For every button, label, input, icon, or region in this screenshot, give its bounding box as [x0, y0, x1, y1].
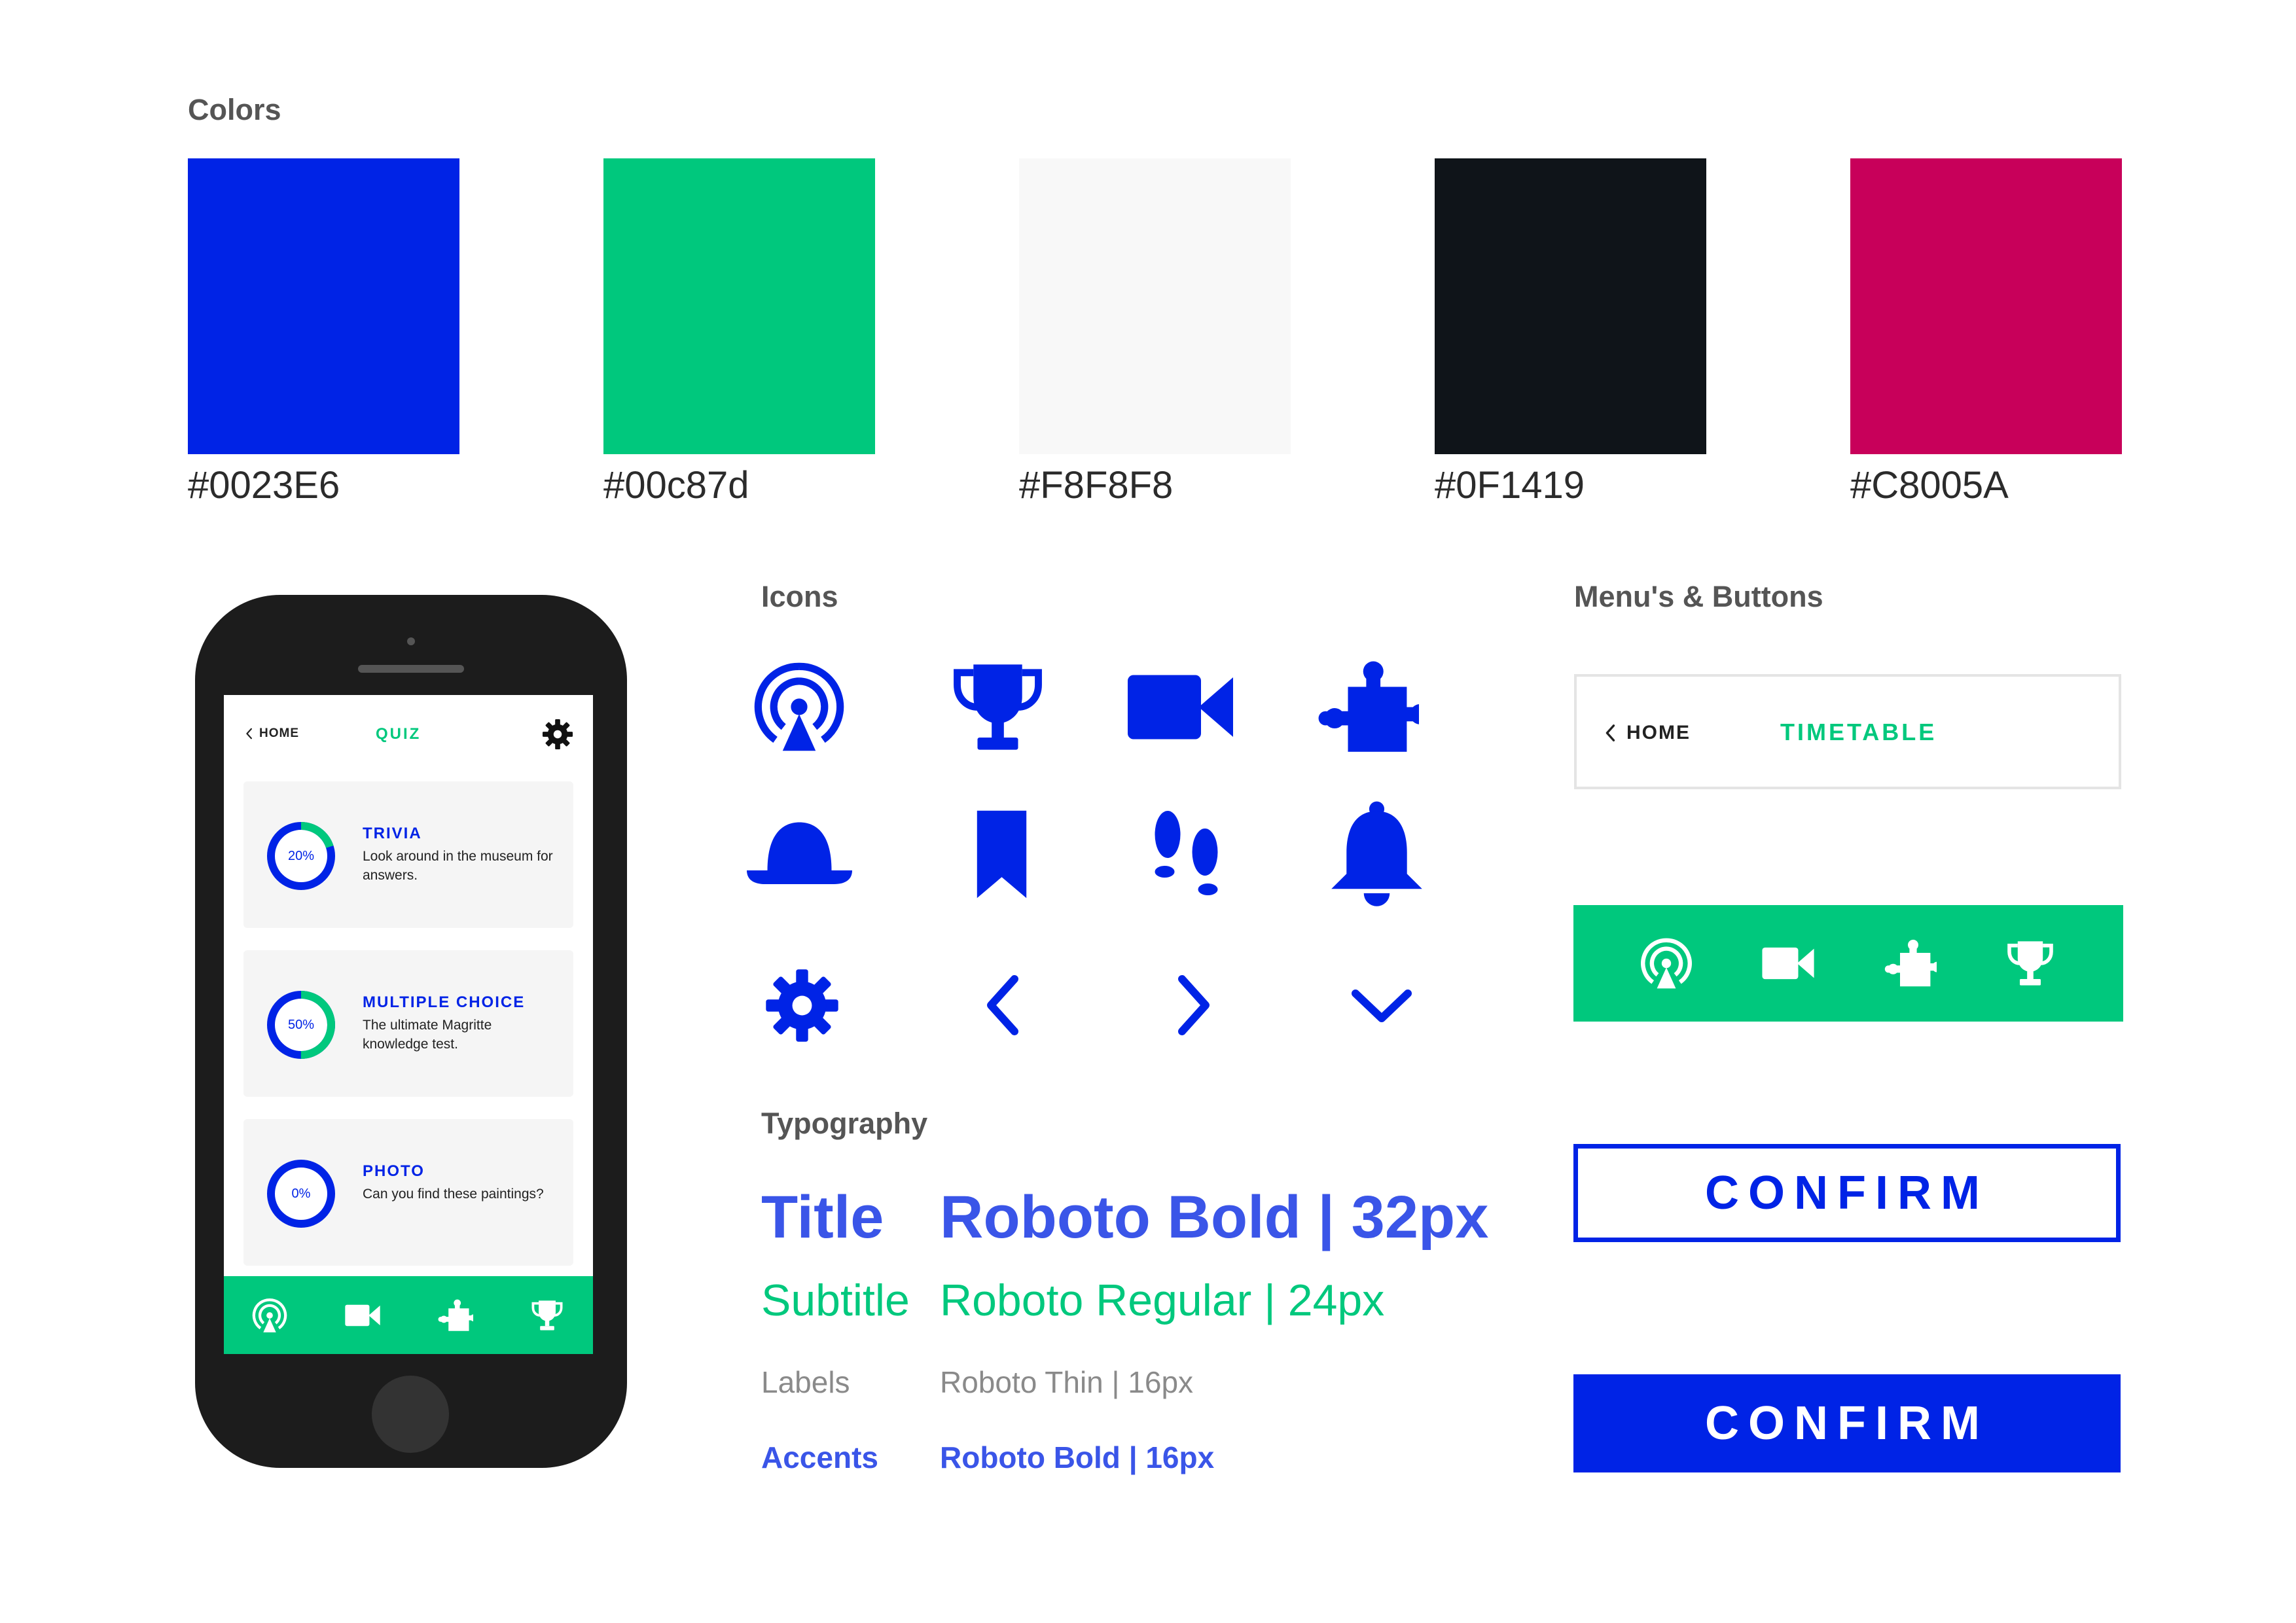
menu-bar-title: TIMETABLE	[1780, 719, 1937, 745]
green-nav-bar	[1573, 905, 2123, 1022]
card-description: Look around in the museum for answers.	[363, 849, 553, 883]
bell-icon	[1311, 789, 1442, 919]
home-back-label: HOME	[259, 726, 299, 740]
home-back-button[interactable]: HOME	[1602, 720, 1691, 746]
card-description: Can you find these paintings?	[363, 1186, 544, 1202]
card-title: MULTIPLE CHOICE	[363, 993, 526, 1011]
progress-percent: 20%	[287, 848, 315, 863]
phone-home-button	[372, 1376, 449, 1453]
typography-accents-key: Accents	[761, 1440, 878, 1474]
phone-speaker	[358, 665, 464, 673]
screen-header: HOME QUIZ	[224, 695, 593, 774]
screen-bottom-nav	[224, 1276, 593, 1354]
card-title: TRIVIA	[363, 825, 422, 842]
quiz-card-multiple-choice[interactable]: 50% MULTIPLE CHOICE The ultimate Magritt…	[243, 950, 573, 1097]
chevron-left-icon	[939, 940, 1069, 1071]
color-hex-light: #F8F8F8	[1019, 464, 1174, 507]
chevron-right-icon	[1127, 940, 1258, 1071]
bookmark-icon	[936, 789, 1067, 919]
section-title-icons: Icons	[761, 580, 838, 613]
menu-bar: HOME TIMETABLE	[1574, 674, 2121, 789]
video-camera-icon[interactable]	[344, 1296, 382, 1334]
color-swatch-accent	[603, 158, 875, 454]
color-hex-accent: #00c87d	[603, 464, 749, 507]
home-back-button[interactable]: HOME	[243, 725, 299, 742]
broadcast-icon	[734, 641, 865, 772]
card-title: PHOTO	[363, 1162, 425, 1180]
broadcast-icon[interactable]	[252, 1298, 287, 1333]
typography-accents-value: Roboto Bold | 16px	[940, 1440, 1215, 1474]
color-swatch-secondary	[1850, 158, 2122, 454]
trophy-icon	[932, 641, 1063, 772]
broadcast-icon[interactable]	[1640, 937, 1693, 990]
puzzle-icon[interactable]	[438, 1298, 473, 1333]
typography-subtitle-key: Subtitle	[761, 1275, 910, 1325]
video-camera-icon	[1115, 641, 1246, 772]
chevron-left-icon	[1602, 720, 1620, 746]
home-back-label: HOME	[1626, 722, 1691, 743]
phone-mockup: HOME QUIZ 20% TRIVIA Look around in the …	[195, 595, 627, 1468]
phone-camera	[407, 637, 415, 645]
typography-labels-value: Roboto Thin | 16px	[940, 1365, 1194, 1399]
section-title-colors: Colors	[188, 93, 281, 126]
phone-screen: HOME QUIZ 20% TRIVIA Look around in the …	[224, 695, 593, 1354]
typography-title-value: Roboto Bold | 32px	[940, 1184, 1489, 1251]
puzzle-icon	[1302, 641, 1433, 772]
section-title-menus-buttons: Menu's & Buttons	[1574, 580, 1823, 613]
quiz-card-photo[interactable]: 0% PHOTO Can you find these paintings?	[243, 1119, 573, 1266]
gear-icon	[736, 940, 867, 1071]
trophy-icon[interactable]	[2004, 937, 2056, 990]
progress-percent: 0%	[291, 1186, 311, 1201]
progress-percent: 50%	[287, 1017, 315, 1032]
section-title-typography: Typography	[761, 1107, 928, 1140]
color-hex-primary: #0023E6	[188, 464, 340, 507]
chevron-down-icon	[1316, 940, 1447, 1071]
bowler-hat-icon	[734, 789, 865, 919]
confirm-button-outline[interactable]: CONFIRM	[1573, 1144, 2121, 1242]
color-hex-dark: #0F1419	[1435, 464, 1585, 507]
typography-subtitle-value: Roboto Regular | 24px	[940, 1275, 1385, 1325]
puzzle-icon[interactable]	[1884, 937, 1937, 990]
typography-labels-key: Labels	[761, 1365, 850, 1399]
screen-title: QUIZ	[376, 725, 422, 743]
color-swatch-dark	[1435, 158, 1706, 454]
confirm-button-solid[interactable]: CONFIRM	[1573, 1374, 2121, 1472]
footprints-icon	[1122, 789, 1253, 919]
color-hex-secondary: #C8005A	[1850, 464, 2009, 507]
card-description: The ultimate Magritte knowledge test.	[363, 1018, 492, 1052]
typography-title-key: Title	[761, 1184, 884, 1251]
quiz-card-trivia[interactable]: 20% TRIVIA Look around in the museum for…	[243, 781, 573, 928]
color-swatch-primary	[188, 158, 459, 454]
trophy-icon[interactable]	[529, 1298, 565, 1333]
video-camera-icon[interactable]	[1760, 935, 1816, 991]
gear-icon[interactable]	[542, 719, 573, 750]
chevron-left-icon	[243, 725, 255, 742]
color-swatch-light	[1019, 158, 1291, 454]
